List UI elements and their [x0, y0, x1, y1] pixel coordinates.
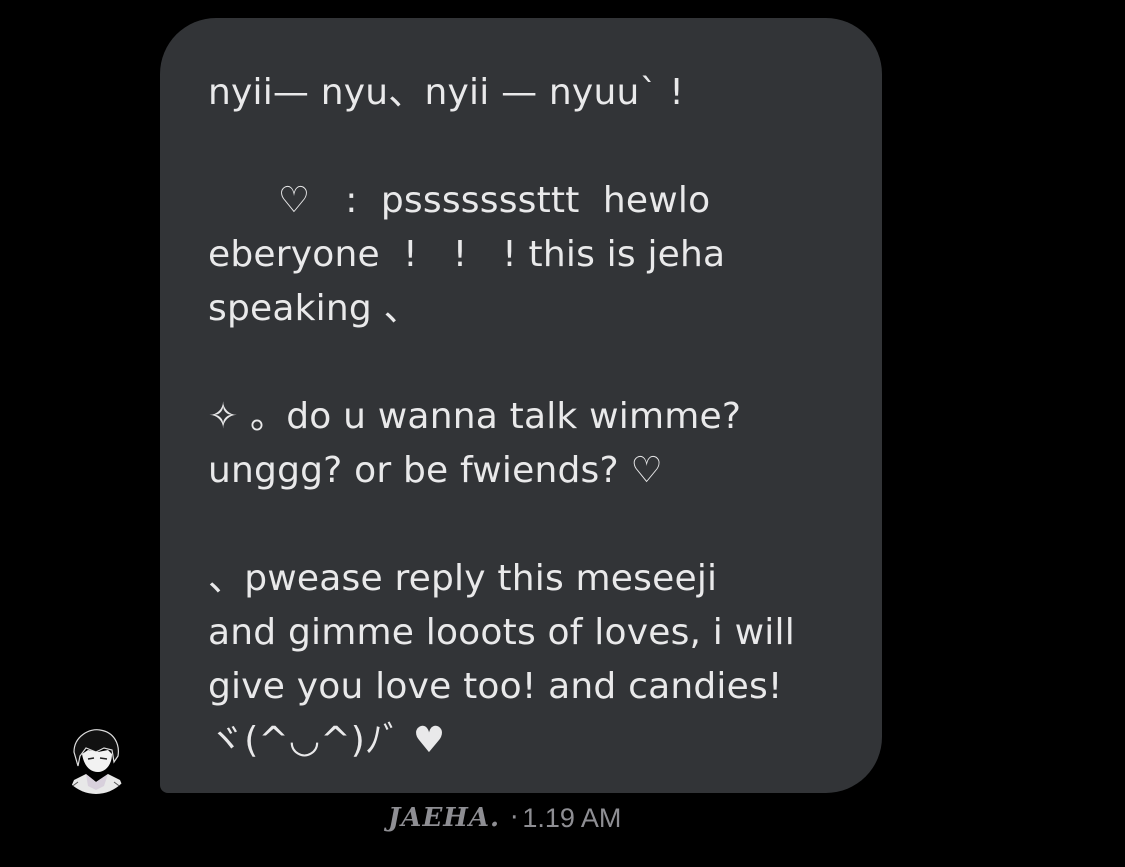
message-meta: JAEHA. · 1.19 AM	[388, 800, 621, 836]
message-line: eberyone ! ! ! this is jeha	[208, 234, 726, 275]
message-line: speaking 、	[208, 288, 420, 329]
message-bubble[interactable]: nyii— nyu、nyii — nyuu` ! ♡ : psssssssttt…	[160, 18, 882, 793]
sender-name[interactable]: JAEHA.	[388, 803, 500, 833]
message-line: nyii— nyu、nyii — nyuu` !	[208, 72, 684, 113]
message-line: ♡ : psssssssttt hewlo	[208, 180, 711, 221]
message-line: unggg? or be fwiends? ♡	[208, 450, 663, 491]
message-line-blank	[208, 498, 842, 552]
avatar-illustration-icon	[60, 722, 132, 794]
message-line: ヾ(^◡^)ﾉﾞ ♥	[208, 720, 446, 761]
message-line: give you love too! and candies!	[208, 666, 783, 707]
separator-dot: ·	[510, 803, 519, 833]
timestamp: 1.19 AM	[522, 802, 622, 833]
message-line: ✧ 。do u wanna talk wimme?	[208, 396, 742, 437]
message-line-blank	[208, 336, 842, 390]
avatar[interactable]	[60, 722, 132, 794]
message-line-blank	[208, 120, 842, 174]
message-line: 、pwease reply this meseeji	[208, 558, 718, 599]
message-line: and gimme looots of loves, i will	[208, 612, 795, 653]
